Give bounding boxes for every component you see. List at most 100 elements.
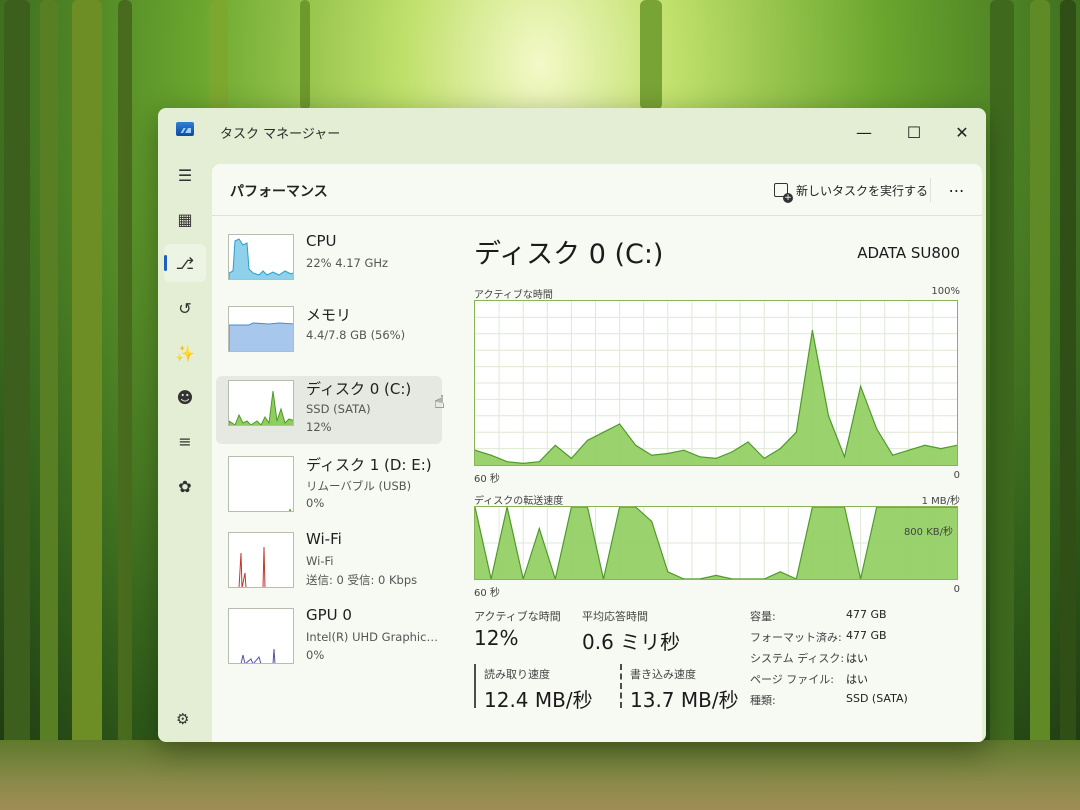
active-time-chart-max: 100% xyxy=(931,286,960,297)
active-time-chart-x-right: 0 xyxy=(953,470,960,481)
data-point xyxy=(506,461,508,463)
resource-item-disk-0[interactable]: ディスク 0 (C:) SSD (SATA) 12% ☝ xyxy=(216,376,445,444)
data-point xyxy=(619,423,621,425)
active-time-chart-label: アクティブな時間 xyxy=(474,290,553,301)
data-point xyxy=(538,528,540,530)
data-point xyxy=(763,457,765,459)
data-point xyxy=(667,452,669,455)
title-bar: タスク マネージャー — ☐ ✕ xyxy=(158,108,986,156)
prop-system-disk-label: システム ディスク: xyxy=(750,652,845,665)
data-point xyxy=(747,441,749,443)
write-speed-label: 書き込み速度 xyxy=(630,668,696,681)
resource-name: メモリ xyxy=(306,306,352,324)
active-time-value: 12% xyxy=(474,626,519,650)
prop-system-disk-value: はい xyxy=(846,652,868,665)
settings-gear-icon[interactable]: ⚙ xyxy=(176,710,189,728)
data-point xyxy=(586,439,589,441)
data-point xyxy=(779,448,781,450)
transfer-rate-chart-label: ディスクの転送速度 xyxy=(474,496,564,507)
maximize-button[interactable]: ☐ xyxy=(892,116,936,148)
data-point xyxy=(715,457,717,459)
prop-capacity-value: 477 GB xyxy=(846,608,887,621)
data-point xyxy=(876,428,878,430)
disk-0-mini-graph xyxy=(228,380,294,426)
prop-page-file-label: ページ ファイル: xyxy=(750,673,834,686)
prop-page-file-value: はい xyxy=(846,673,868,686)
write-speed-value: 13.7 MB/秒 xyxy=(630,688,739,712)
resource-name: CPU xyxy=(306,232,337,250)
data-point xyxy=(651,454,653,456)
resource-detail: 4.4/7.8 GB (56%) xyxy=(306,328,406,342)
details-icon[interactable]: ≡ xyxy=(164,422,206,460)
prop-formatted-label: フォーマット済み: xyxy=(750,631,842,644)
resource-usage: 送信: 0 受信: 0 Kbps xyxy=(306,573,418,587)
resource-item-wifi[interactable]: Wi-Fi Wi-Fi 送信: 0 受信: 0 Kbps xyxy=(216,528,442,596)
resource-list: CPU 22% 4.17 GHz メモリ 4.4/7.8 GB (56%) ディ… xyxy=(212,216,452,742)
processes-icon[interactable]: ▦ xyxy=(164,200,206,238)
more-options-icon[interactable]: ⋯ xyxy=(942,176,972,204)
run-new-task-button[interactable]: 新しいタスクを実行する xyxy=(774,176,928,204)
resource-usage: 0% xyxy=(306,648,325,662)
resource-item-memory[interactable]: メモリ 4.4/7.8 GB (56%) xyxy=(216,302,442,370)
resource-usage: 12% xyxy=(306,420,332,434)
data-point xyxy=(940,448,942,450)
close-button[interactable]: ✕ xyxy=(940,116,984,148)
data-point xyxy=(667,571,669,573)
data-point xyxy=(860,385,862,387)
resource-name: Wi-Fi xyxy=(306,530,342,548)
performance-icon[interactable]: ⎇ xyxy=(164,244,206,282)
data-point xyxy=(811,329,813,332)
prop-type-value: SSD (SATA) xyxy=(846,692,908,705)
data-point xyxy=(843,456,846,458)
hamburger-menu-icon[interactable]: ☰ xyxy=(164,156,206,194)
resource-item-gpu[interactable]: GPU 0 Intel(R) UHD Graphics ... 0% xyxy=(216,604,442,672)
data-point xyxy=(699,456,701,458)
resource-detail: Wi-Fi xyxy=(306,554,334,568)
memory-mini-graph xyxy=(228,306,294,352)
disk-model: ADATA SU800 xyxy=(857,244,960,262)
data-point xyxy=(651,520,653,522)
transfer-rate-chart-mid: 800 KB/秒 xyxy=(903,527,953,538)
resource-detail: Intel(R) UHD Graphics ... xyxy=(306,630,442,644)
users-icon[interactable]: ☻ xyxy=(164,378,206,416)
active-time-label: アクティブな時間 xyxy=(474,610,561,623)
content-area: パフォーマンス 新しいタスクを実行する ⋯ CPU 22% 4.17 GHz xyxy=(212,164,982,742)
data-point xyxy=(538,461,540,463)
data-point xyxy=(731,451,733,453)
disk-detail-panel: ディスク 0 (C:) ADATA SU800 アクティブな時間 100% 60… xyxy=(474,216,982,742)
page-header: パフォーマンス 新しいタスクを実行する ⋯ xyxy=(212,164,982,216)
resource-name: GPU 0 xyxy=(306,606,352,624)
read-speed-label: 読み取り速度 xyxy=(484,668,550,681)
read-speed-value: 12.4 MB/秒 xyxy=(484,688,593,712)
active-time-chart-x-left: 60 秒 xyxy=(474,474,500,485)
resource-item-cpu[interactable]: CPU 22% 4.17 GHz xyxy=(216,230,442,298)
write-speed-bar xyxy=(620,664,622,708)
run-task-label: 新しいタスクを実行する xyxy=(796,183,929,198)
minimize-button[interactable]: — xyxy=(842,116,886,148)
transfer-rate-chart-x-left: 60 秒 xyxy=(474,588,500,599)
transfer-rate-chart: 800 KB/秒 xyxy=(474,506,958,582)
resource-detail: リムーバブル (USB) xyxy=(306,479,412,493)
resource-item-disk-1[interactable]: ディスク 1 (D: E:) リムーバブル (USB) 0% xyxy=(216,452,442,520)
hand-cursor-icon: ☝ xyxy=(434,392,445,413)
resource-name: ディスク 1 (D: E:) xyxy=(306,456,432,474)
avg-response-value: 0.6 ミリ秒 xyxy=(582,630,681,654)
startup-apps-icon[interactable]: ✨ xyxy=(164,334,206,372)
data-point xyxy=(715,574,717,576)
task-manager-app-icon xyxy=(176,122,194,136)
data-point xyxy=(924,444,926,446)
app-history-icon[interactable]: ↺ xyxy=(164,289,206,327)
wifi-mini-graph xyxy=(228,532,294,588)
prop-capacity-label: 容量: xyxy=(750,610,776,623)
resource-name: ディスク 0 (C:) xyxy=(306,380,412,398)
read-speed-bar xyxy=(474,664,476,708)
page-title: パフォーマンス xyxy=(230,184,328,200)
active-time-chart xyxy=(474,300,958,466)
data-point xyxy=(795,431,797,433)
data-point xyxy=(602,431,605,433)
nav-rail: ☰ ▦ ⎇ ↺ ✨ ☻ ≡ ✿ ⚙ xyxy=(158,156,212,742)
data-point xyxy=(827,415,830,417)
data-point xyxy=(490,454,492,456)
prop-formatted-value: 477 GB xyxy=(846,629,887,642)
services-icon[interactable]: ✿ xyxy=(164,467,206,505)
